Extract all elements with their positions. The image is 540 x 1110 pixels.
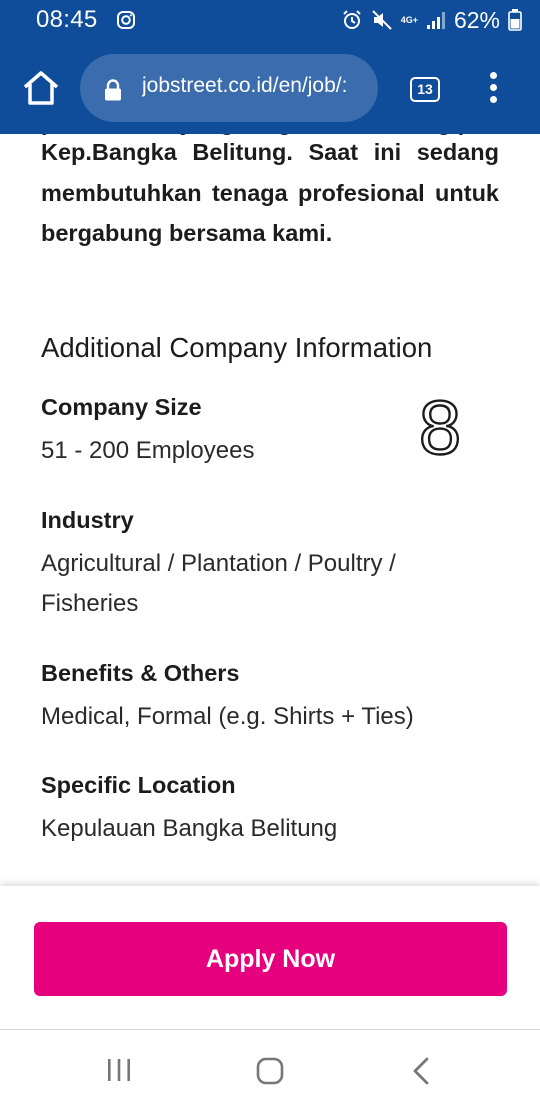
instagram-icon (117, 11, 135, 29)
job-detail-content: perusahaan yang bergerak di bidang perke… (0, 134, 540, 886)
tabs-counter-button[interactable]: 13 (410, 77, 440, 102)
mute-icon (371, 10, 392, 30)
battery-percent: 62% (453, 6, 500, 33)
industry-value: Agricultural / Plantation / Poultry / Fi… (41, 550, 396, 617)
benefits-value: Medical, Formal (e.g. Shirts + Ties) (41, 703, 414, 730)
industry-label: Industry (41, 507, 134, 533)
browser-toolbar: jobstreet.co.id/en/job/: 13 (0, 40, 540, 134)
company-size-value: 51 - 200 Employees (41, 437, 255, 464)
recents-icon[interactable] (105, 1058, 133, 1082)
status-time: 08:45 (36, 6, 98, 33)
home-icon[interactable] (22, 70, 60, 106)
location-label: Specific Location (41, 772, 236, 798)
more-vertical-icon[interactable] (484, 72, 502, 106)
back-icon[interactable] (410, 1056, 432, 1086)
section-title: Additional Company Information (41, 332, 433, 363)
company-size-label: Company Size (41, 394, 202, 420)
status-bar: 08:45 4G+ 62% (0, 0, 540, 40)
signal-icon (426, 12, 445, 29)
alarm-icon (342, 10, 361, 29)
benefits-label: Benefits & Others (41, 660, 240, 686)
system-nav-bar (0, 1030, 540, 1110)
battery-icon (508, 9, 522, 31)
network-type: 4G+ (400, 14, 418, 25)
url-text[interactable]: jobstreet.co.id/en/job/: (142, 74, 368, 104)
company-description: Kep.Bangka Belitung. Saat ini sedang mem… (41, 139, 499, 246)
apply-now-button[interactable]: Apply Now (34, 922, 507, 996)
lock-icon (105, 79, 121, 101)
nav-home-icon[interactable] (256, 1057, 284, 1085)
location-value: Kepulauan Bangka Belitung (41, 815, 338, 842)
status-right-group: 4G+ 62% (341, 6, 522, 34)
apply-footer: Apply Now (0, 886, 540, 1030)
